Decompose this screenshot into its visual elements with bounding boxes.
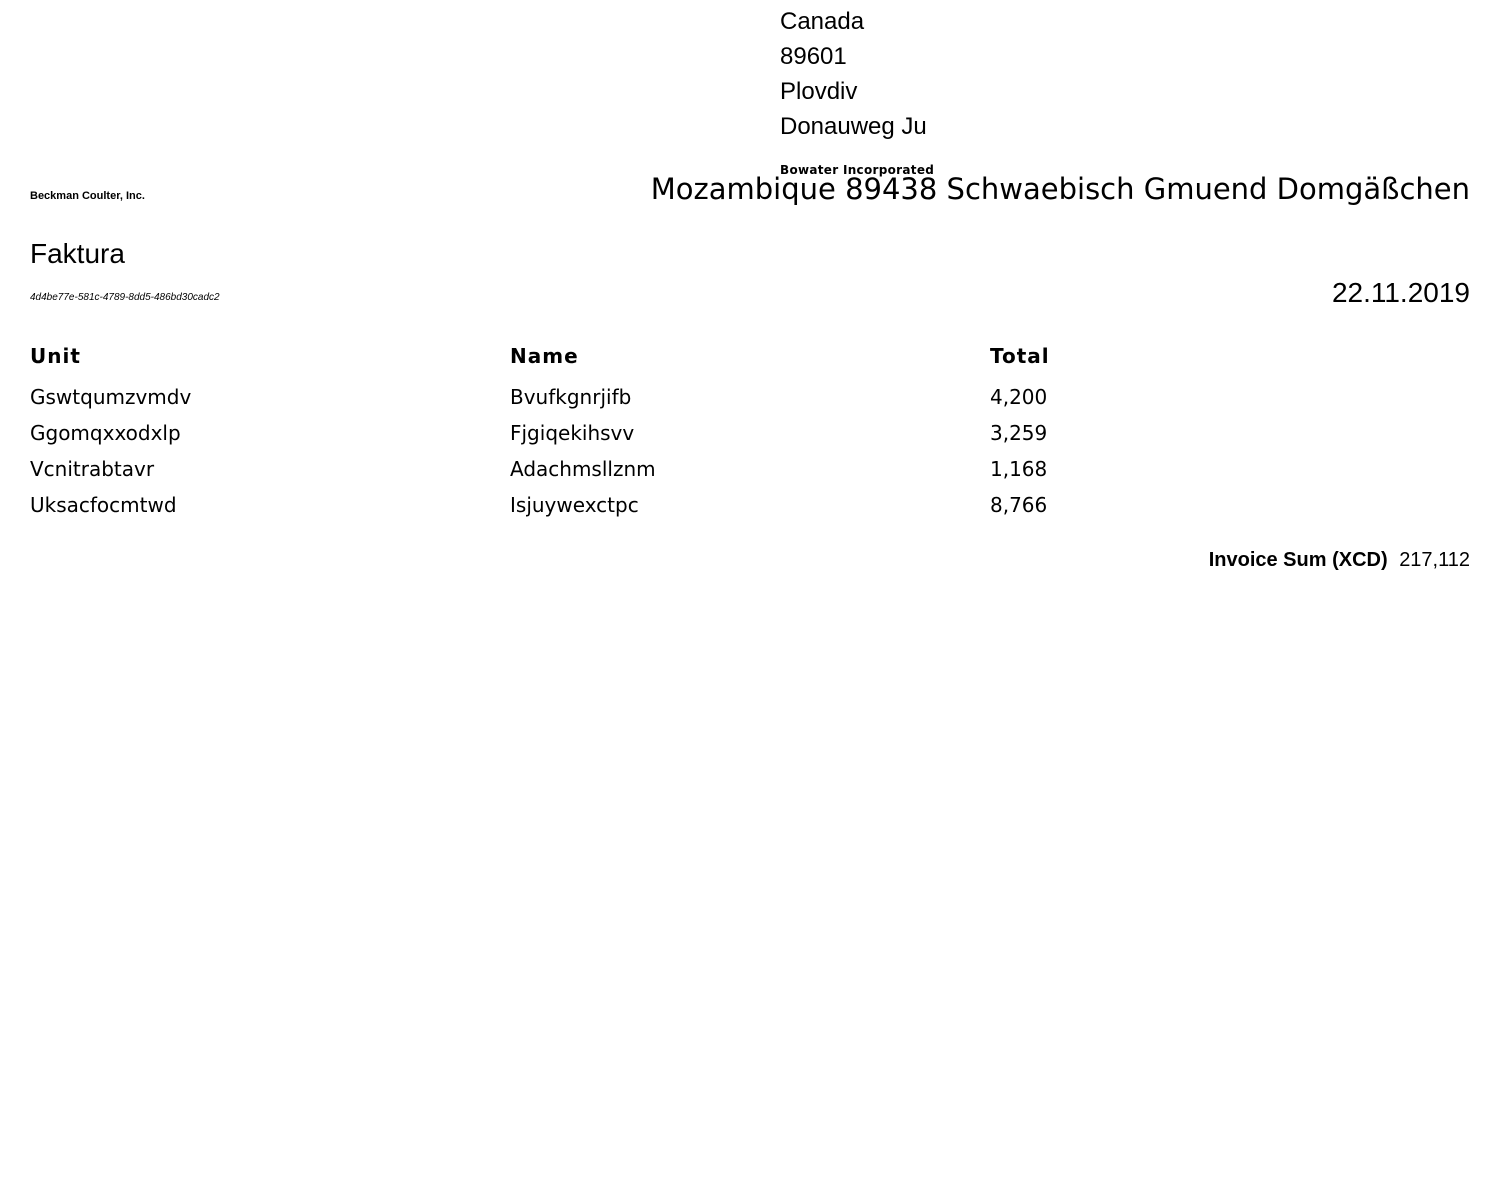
document-date: 22.11.2019 bbox=[1331, 277, 1470, 308]
table-row: Ggomqxxodxlp Fjgiqekihsvv 3,259 bbox=[30, 417, 1470, 453]
document-title: Faktura bbox=[30, 238, 125, 269]
sender-company: Beckman Coulter, Inc. bbox=[30, 190, 145, 202]
document-id: 4d4be77e-581c-4789-8dd5-486bd30cadc2 bbox=[30, 292, 220, 303]
recipient-postcode: 89601 bbox=[780, 43, 847, 70]
cell-name: Fjgiqekihsvv bbox=[510, 421, 635, 445]
invoice-sum: Invoice Sum (XCD) 217,112 bbox=[1209, 548, 1470, 572]
cell-total: 4,200 bbox=[990, 385, 1048, 409]
items-table: Unit Name Total Gswtqumzvmdv Bvufkgnrjif… bbox=[30, 340, 1470, 525]
cell-name: Adachmsllznm bbox=[510, 457, 656, 481]
cell-total: 3,259 bbox=[990, 421, 1048, 445]
cell-unit: Uksacfocmtwd bbox=[30, 493, 177, 517]
header-name: Name bbox=[510, 344, 579, 368]
sender-address: Mozambique 89438 Schwaebisch Gmuend Domg… bbox=[650, 172, 1470, 206]
table-row: Gswtqumzvmdv Bvufkgnrjifb 4,200 bbox=[30, 381, 1470, 417]
cell-name: Bvufkgnrjifb bbox=[510, 385, 632, 409]
cell-total: 1,168 bbox=[990, 457, 1048, 481]
recipient-country: Canada bbox=[780, 8, 865, 35]
header-unit: Unit bbox=[30, 344, 81, 368]
table-row: Vcnitrabtavr Adachmsllznm 1,168 bbox=[30, 453, 1470, 489]
header-total: Total bbox=[990, 344, 1050, 368]
table-header-row: Unit Name Total bbox=[30, 340, 1470, 381]
recipient-address: Canada 89601 Plovdiv Donauweg Ju bbox=[780, 4, 927, 144]
cell-unit: Vcnitrabtavr bbox=[30, 457, 155, 481]
cell-total: 8,766 bbox=[990, 493, 1048, 517]
recipient-city: Plovdiv bbox=[780, 78, 858, 105]
cell-unit: Gswtqumzvmdv bbox=[30, 385, 192, 409]
recipient-street: Donauweg Ju bbox=[780, 113, 927, 140]
cell-unit: Ggomqxxodxlp bbox=[30, 421, 181, 445]
invoice-sum-label: Invoice Sum (XCD) bbox=[1208, 549, 1388, 571]
table-row: Uksacfocmtwd Isjuywexctpc 8,766 bbox=[30, 489, 1470, 525]
cell-name: Isjuywexctpc bbox=[510, 493, 639, 517]
invoice-sum-value: 217,112 bbox=[1399, 549, 1470, 571]
